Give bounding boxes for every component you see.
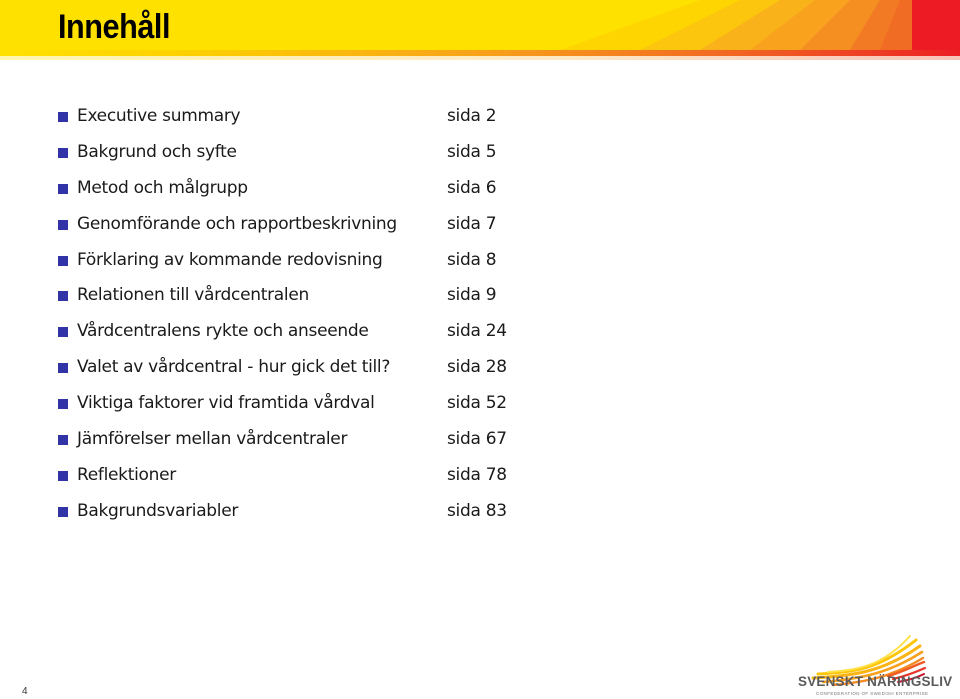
toc-item-label: Vårdcentralens rykte och anseende (77, 321, 369, 342)
toc-item-label: Reflektioner (77, 464, 176, 485)
table-of-contents: Executive summary sida 2 Bakgrund och sy… (58, 98, 538, 529)
square-bullet-icon (58, 219, 68, 230)
toc-item[interactable]: Förklaring av kommande redovisning sida … (58, 242, 538, 278)
toc-item-label: Förklaring av kommande redovisning (77, 249, 383, 270)
square-bullet-icon (58, 327, 68, 338)
toc-item-label: Valet av vårdcentral - hur gick det till… (77, 357, 391, 378)
square-bullet-icon (58, 434, 68, 445)
toc-item-label: Relationen till vårdcentralen (77, 285, 309, 306)
square-bullet-icon (58, 291, 68, 302)
toc-item-page: sida 24 (447, 321, 507, 342)
toc-item[interactable]: Relationen till vårdcentralen sida 9 (58, 277, 538, 313)
square-bullet-icon (58, 111, 68, 122)
toc-item-page: sida 6 (447, 177, 497, 198)
toc-item[interactable]: Vårdcentralens rykte och anseende sida 2… (58, 313, 538, 349)
toc-item[interactable]: Bakgrundsvariabler sida 83 (58, 493, 538, 529)
square-bullet-icon (58, 506, 68, 517)
logo-name: SVENSKT NÄRINGSLIV (798, 674, 953, 689)
toc-item-page: sida 28 (447, 357, 507, 378)
square-bullet-icon (58, 399, 68, 410)
toc-item-page: sida 52 (447, 393, 507, 414)
toc-item-page: sida 7 (447, 213, 497, 234)
logo-tagline: CONFEDERATION OF SWEDISH ENTERPRISE (816, 691, 929, 696)
page-number: 4 (22, 686, 28, 697)
toc-item[interactable]: Reflektioner sida 78 (58, 457, 538, 493)
toc-item-label: Executive summary (77, 105, 241, 126)
toc-item-page: sida 83 (447, 500, 507, 521)
toc-item-page: sida 9 (447, 285, 497, 306)
toc-item-page: sida 8 (447, 249, 497, 270)
square-bullet-icon (58, 363, 68, 374)
toc-item[interactable]: Valet av vårdcentral - hur gick det till… (58, 349, 538, 385)
toc-item-label: Viktiga faktorer vid framtida vårdval (77, 393, 375, 414)
toc-item[interactable]: Bakgrund och syfte sida 5 (58, 134, 538, 170)
square-bullet-icon (58, 147, 68, 158)
toc-item-page: sida 67 (447, 428, 507, 449)
toc-item-label: Jämförelser mellan vårdcentraler (77, 428, 348, 449)
square-bullet-icon (58, 183, 68, 194)
toc-item-page: sida 2 (447, 105, 497, 126)
square-bullet-icon (58, 255, 68, 266)
header-banner: Innehåll (0, 0, 960, 60)
page-title: Innehåll (58, 8, 171, 46)
toc-item-page: sida 78 (447, 464, 507, 485)
toc-item[interactable]: Jämförelser mellan vårdcentraler sida 67 (58, 421, 538, 457)
toc-item-label: Bakgrundsvariabler (77, 500, 239, 521)
square-bullet-icon (58, 470, 68, 481)
toc-item-label: Metod och målgrupp (77, 177, 248, 198)
toc-item[interactable]: Viktiga faktorer vid framtida vårdval si… (58, 385, 538, 421)
toc-item-label: Genomförande och rapportbeskrivning (77, 213, 397, 234)
toc-item[interactable]: Genomförande och rapportbeskrivning sida… (58, 206, 538, 242)
toc-item[interactable]: Executive summary sida 2 (58, 98, 538, 134)
toc-item-page: sida 5 (447, 141, 497, 162)
toc-item[interactable]: Metod och målgrupp sida 6 (58, 170, 538, 206)
toc-item-label: Bakgrund och syfte (77, 141, 237, 162)
header-light-stripe (0, 56, 960, 60)
